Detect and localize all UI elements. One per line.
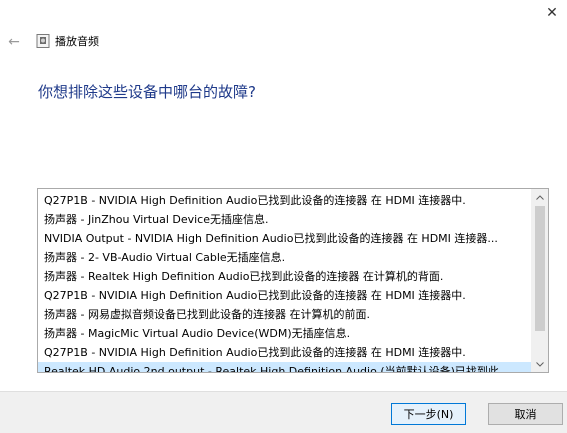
close-icon: ✕	[546, 5, 558, 21]
app-title: 播放音频	[55, 35, 99, 48]
cancel-button[interactable]: 取消	[488, 403, 563, 425]
device-rows: Q27P1B - NVIDIA High Definition Audio已找到…	[38, 191, 531, 372]
speaker-doc-icon	[36, 34, 50, 48]
device-list[interactable]: Q27P1B - NVIDIA High Definition Audio已找到…	[37, 188, 549, 373]
list-item[interactable]: 扬声器 - Realtek High Definition Audio已找到此设…	[38, 267, 531, 286]
chevron-down-icon	[536, 361, 544, 367]
list-item[interactable]: NVIDIA Output - NVIDIA High Definition A…	[38, 229, 531, 248]
back-arrow-icon: ←	[8, 34, 20, 50]
scroll-thumb[interactable]	[535, 206, 545, 331]
back-button[interactable]: ←	[6, 32, 22, 52]
header: ← 播放音频	[0, 32, 567, 52]
scroll-up-button[interactable]	[532, 189, 548, 205]
list-item[interactable]: Q27P1B - NVIDIA High Definition Audio已找到…	[38, 286, 531, 305]
list-item[interactable]: 扬声器 - 2- VB-Audio Virtual Cable无插座信息.	[38, 248, 531, 267]
list-item[interactable]: Q27P1B - NVIDIA High Definition Audio已找到…	[38, 191, 531, 210]
scroll-down-button[interactable]	[532, 356, 548, 372]
vertical-scrollbar[interactable]	[531, 189, 548, 372]
list-item[interactable]: 扬声器 - MagicMic Virtual Audio Device(WDM)…	[38, 324, 531, 343]
list-item[interactable]: Q27P1B - NVIDIA High Definition Audio已找到…	[38, 343, 531, 362]
page-question: 你想排除这些设备中哪台的故障?	[38, 83, 256, 101]
list-item[interactable]: 扬声器 - JinZhou Virtual Device无插座信息.	[38, 210, 531, 229]
footer: 下一步(N) 取消	[0, 391, 567, 433]
close-button[interactable]: ✕	[537, 0, 567, 26]
list-item[interactable]: 扬声器 - 网易虚拟音频设备已找到此设备的连接器 在计算机的前面.	[38, 305, 531, 324]
chevron-up-icon	[536, 194, 544, 200]
next-button[interactable]: 下一步(N)	[391, 403, 466, 425]
list-item[interactable]: Realtek HD Audio 2nd output - Realtek Hi…	[38, 362, 531, 372]
